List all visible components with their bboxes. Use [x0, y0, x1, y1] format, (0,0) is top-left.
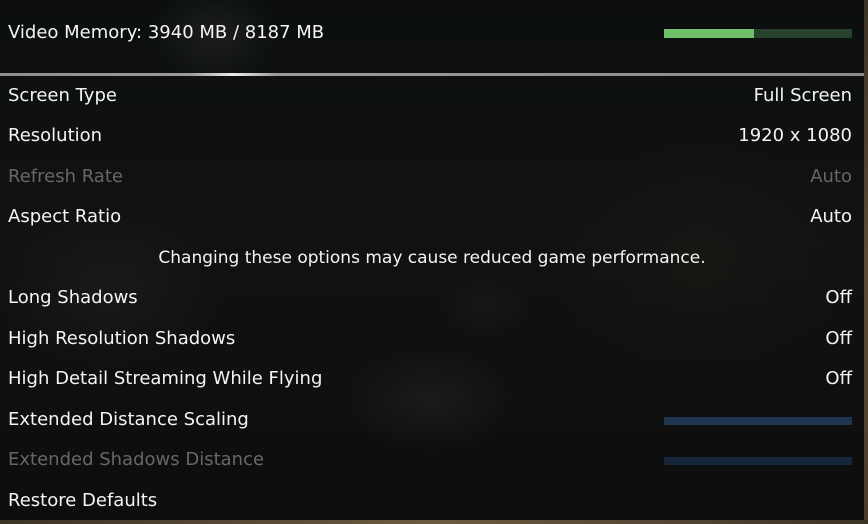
setting-label: High Detail Streaming While Flying — [8, 368, 323, 389]
panel-right-edge — [864, 0, 868, 524]
setting-value[interactable]: Off — [825, 286, 852, 310]
extended-shadows-distance-slider — [664, 457, 852, 465]
extended-distance-scaling-slider[interactable] — [664, 417, 852, 425]
setting-row-extended-distance-scaling[interactable]: Extended Distance Scaling — [0, 400, 864, 440]
setting-label: High Resolution Shadows — [8, 328, 236, 349]
restore-defaults-label: Restore Defaults — [8, 490, 158, 511]
performance-warning: Changing these options may cause reduced… — [158, 248, 706, 268]
setting-label: Long Shadows — [8, 287, 138, 308]
video-memory-bar-fill — [664, 29, 755, 38]
setting-label: Extended Distance Scaling — [8, 409, 249, 430]
setting-value[interactable]: Off — [825, 367, 852, 391]
setting-label: Extended Shadows Distance — [8, 449, 265, 470]
setting-value[interactable]: Auto — [810, 205, 852, 229]
video-memory-bar — [664, 29, 852, 38]
setting-label: Refresh Rate — [8, 166, 123, 187]
setting-row-high-detail-streaming[interactable]: High Detail Streaming While Flying Off — [0, 359, 864, 399]
setting-row-refresh-rate: Refresh Rate Auto — [0, 157, 864, 197]
setting-row-screen-type[interactable]: Screen Type Full Screen — [0, 76, 864, 116]
setting-row-high-resolution-shadows[interactable]: High Resolution Shadows Off — [0, 319, 864, 359]
setting-label: Screen Type — [8, 85, 117, 106]
restore-defaults-button[interactable]: Restore Defaults — [0, 481, 864, 521]
setting-value[interactable]: 1920 x 1080 — [738, 124, 852, 148]
setting-value[interactable]: Full Screen — [754, 84, 852, 108]
setting-row-aspect-ratio[interactable]: Aspect Ratio Auto — [0, 197, 864, 237]
setting-row-long-shadows[interactable]: Long Shadows Off — [0, 278, 864, 318]
setting-value: Auto — [810, 166, 852, 187]
setting-label: Resolution — [8, 125, 103, 146]
setting-row-resolution[interactable]: Resolution 1920 x 1080 — [0, 116, 864, 156]
setting-label: Aspect Ratio — [8, 206, 122, 227]
video-memory-header: Video Memory: 3940 MB / 8187 MB — [0, 0, 864, 73]
setting-value[interactable]: Off — [825, 327, 852, 351]
setting-row-extended-shadows-distance: Extended Shadows Distance — [0, 440, 864, 480]
video-memory-label: Video Memory: 3940 MB / 8187 MB — [8, 22, 325, 43]
